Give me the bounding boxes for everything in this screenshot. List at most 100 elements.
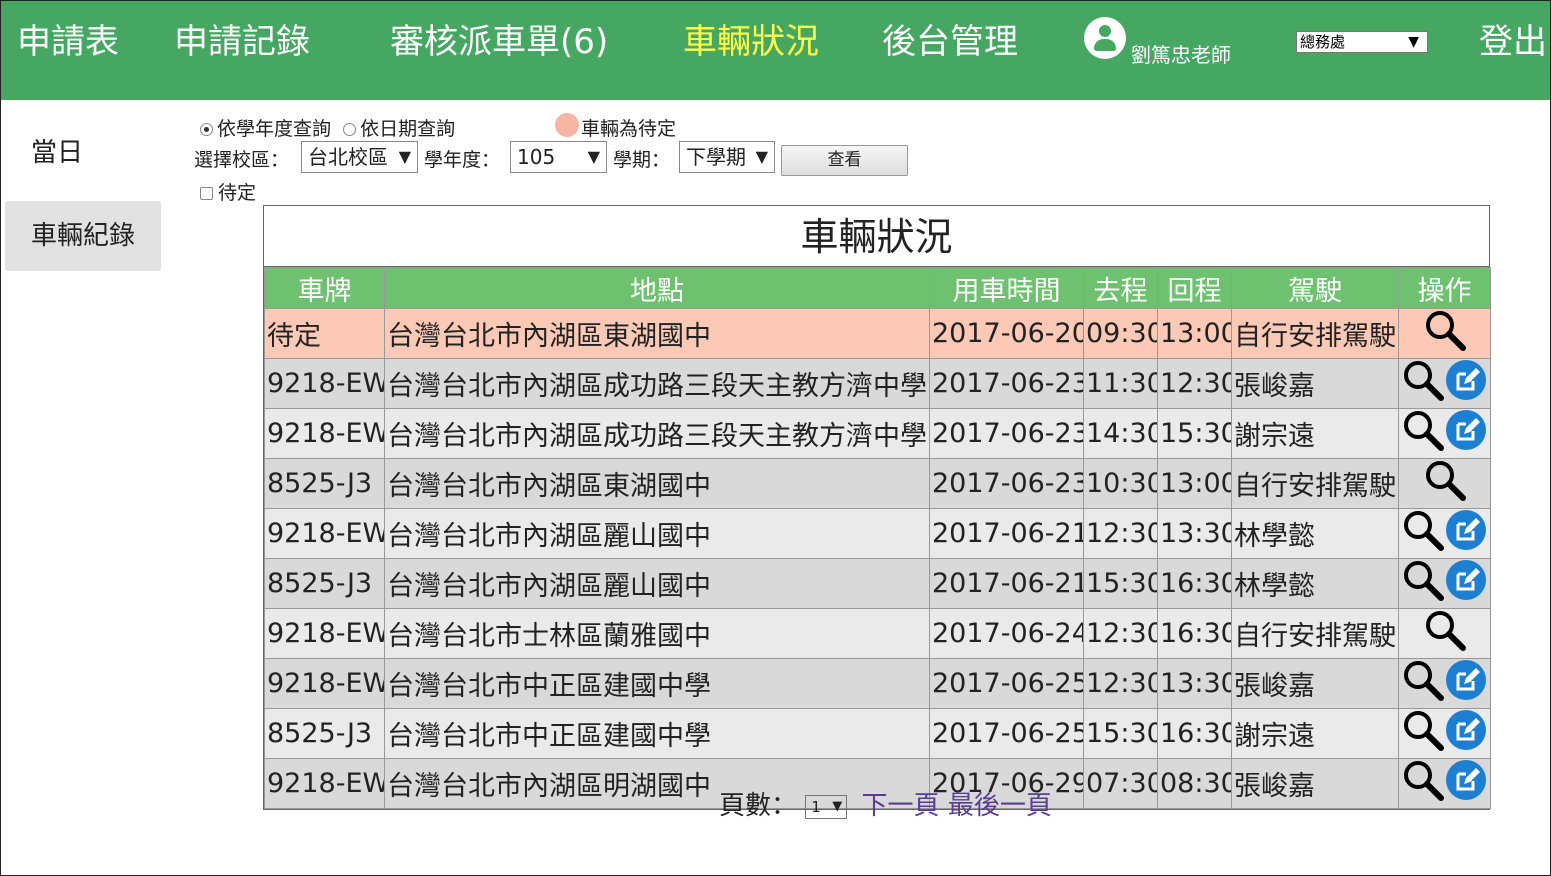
radio-by-date-label: 依日期查詢	[360, 118, 456, 140]
department-select[interactable]: 總務處 ▼	[1296, 31, 1428, 53]
magnifier-icon[interactable]	[1423, 310, 1467, 358]
nav-application-records[interactable]: 申請記錄	[174, 19, 310, 65]
magnifier-icon[interactable]	[1401, 660, 1445, 708]
cell-plate: 9218-EW	[264, 358, 385, 409]
dropdown-arrow-icon: ▼	[587, 147, 600, 166]
cell-actions	[1398, 358, 1491, 409]
col-header-date: 用車時間	[929, 267, 1084, 309]
page-select[interactable]: 1 ▼	[805, 794, 848, 819]
logout-link[interactable]: 登出	[1479, 19, 1547, 65]
edit-icon[interactable]	[1445, 560, 1487, 608]
edit-icon[interactable]	[1445, 410, 1487, 458]
cell-date: 2017-06-25	[929, 658, 1084, 709]
table-row: 待定 台灣台北市內湖區東湖國中 2017-06-20 09:30 13:00 自行安排駕駛	[264, 308, 1491, 359]
magnifier-icon[interactable]	[1423, 610, 1467, 658]
magnifier-icon[interactable]	[1423, 460, 1467, 508]
col-header-plate: 車牌	[264, 267, 385, 309]
cell-return: 16:30	[1157, 708, 1232, 759]
next-page-link[interactable]: 下一頁	[862, 791, 940, 821]
cell-actions	[1398, 308, 1491, 359]
table-row: 9218-EW 台灣台北市士林區蘭雅國中 2017-06-24 12:30 16:30 自…	[264, 608, 1491, 659]
cell-driver: 張峻嘉	[1231, 358, 1399, 409]
vehicle-status-table: 車輛狀況 車牌 地點 用車時間 去程 回程 駕駛 操作 待定 台灣台北市內湖區東湖…	[263, 205, 1491, 810]
last-page-link[interactable]: 最後一頁	[948, 791, 1052, 821]
cell-location: 台灣台北市內湖區麗山國中	[384, 508, 930, 559]
campus-select[interactable]: 台北校區 ▼	[301, 141, 418, 173]
cell-depart: 10:30	[1083, 458, 1158, 509]
nav-admin[interactable]: 後台管理	[882, 19, 1018, 65]
cell-driver: 林學懿	[1231, 508, 1399, 559]
cell-driver: 謝宗遠	[1231, 408, 1399, 459]
table-row: 8525-J3 台灣台北市中正區建國中學 2017-06-25 15:30 16:30 謝…	[264, 708, 1491, 759]
cell-plate: 9218-EW	[264, 608, 385, 659]
cell-return: 16:30	[1157, 608, 1232, 659]
year-select-value: 105	[517, 145, 556, 169]
department-select-value: 總務處	[1300, 33, 1346, 51]
nav-application-form[interactable]: 申請表	[17, 19, 119, 65]
magnifier-icon[interactable]	[1401, 710, 1445, 758]
cell-date: 2017-06-21	[929, 508, 1084, 559]
cell-depart: 14:30	[1083, 408, 1158, 459]
sidebar-item-today[interactable]: 當日	[5, 118, 161, 188]
cell-depart: 12:30	[1083, 608, 1158, 659]
sidebar-item-vehicle-records[interactable]: 車輛紀錄	[5, 201, 161, 271]
cell-date: 2017-06-23	[929, 408, 1084, 459]
cell-location: 台灣台北市中正區建國中學	[384, 658, 930, 709]
view-button[interactable]: 查看	[781, 145, 908, 176]
cell-driver: 張峻嘉	[1231, 658, 1399, 709]
cell-actions	[1398, 658, 1491, 709]
nav-review-dispatch[interactable]: 審核派車單(6)	[390, 19, 608, 65]
cell-location: 台灣台北市內湖區成功路三段天主教方濟中學	[384, 408, 930, 459]
cell-driver: 自行安排駕駛	[1231, 308, 1399, 359]
nav-vehicle-status[interactable]: 車輛狀況	[683, 19, 819, 65]
table-row: 9218-EW 台灣台北市內湖區麗山國中 2017-06-21 12:30 13:30 林…	[264, 508, 1491, 559]
magnifier-icon[interactable]	[1401, 410, 1445, 458]
table-row: 9218-EW 台灣台北市中正區建國中學 2017-06-25 12:30 13:30 張…	[264, 658, 1491, 709]
dropdown-arrow-icon: ▼	[1408, 34, 1419, 50]
top-navbar: 申請表 申請記錄 審核派車單(6) 車輛狀況 後台管理 劉篤忠老師 總務處 ▼ …	[1, 1, 1550, 100]
edit-icon[interactable]	[1445, 710, 1487, 758]
table-header-row: 車牌 地點 用車時間 去程 回程 駕駛 操作	[264, 267, 1491, 309]
radio-by-year[interactable]	[200, 123, 213, 136]
magnifier-icon[interactable]	[1401, 760, 1445, 808]
cell-actions	[1398, 758, 1491, 809]
cell-depart: 15:30	[1083, 708, 1158, 759]
col-header-return: 回程	[1157, 267, 1232, 309]
cell-driver: 自行安排駕駛	[1231, 608, 1399, 659]
radio-by-date[interactable]	[343, 123, 357, 136]
cell-return: 13:30	[1157, 508, 1232, 559]
cell-actions	[1398, 408, 1491, 459]
edit-icon[interactable]	[1445, 760, 1487, 808]
cell-plate: 8525-J3	[264, 558, 385, 609]
magnifier-icon[interactable]	[1401, 510, 1445, 558]
magnifier-icon[interactable]	[1401, 360, 1445, 408]
year-select[interactable]: 105 ▼	[510, 141, 607, 173]
cell-date: 2017-06-23	[929, 458, 1084, 509]
semester-select[interactable]: 下學期 ▼	[679, 141, 775, 173]
campus-label: 選擇校區：	[194, 149, 290, 171]
cell-return: 13:00	[1157, 308, 1232, 359]
cell-driver: 林學懿	[1231, 558, 1399, 609]
user-icon	[1084, 17, 1126, 59]
cell-plate: 9218-EW	[264, 508, 385, 559]
edit-icon[interactable]	[1445, 360, 1487, 408]
cell-depart: 07:30	[1083, 758, 1158, 809]
pending-checkbox-label: 待定	[218, 182, 257, 204]
cell-driver: 謝宗遠	[1231, 708, 1399, 759]
cell-location: 台灣台北市內湖區成功路三段天主教方濟中學	[384, 358, 930, 409]
edit-icon[interactable]	[1445, 510, 1487, 558]
cell-date: 2017-06-24	[929, 608, 1084, 659]
cell-return: 12:30	[1157, 358, 1232, 409]
edit-icon[interactable]	[1445, 660, 1487, 708]
cell-depart: 15:30	[1083, 558, 1158, 609]
col-header-depart: 去程	[1083, 267, 1158, 309]
cell-date: 2017-06-25	[929, 708, 1084, 759]
cell-driver: 自行安排駕駛	[1231, 458, 1399, 509]
col-header-driver: 駕駛	[1231, 267, 1399, 309]
cell-actions	[1398, 608, 1491, 659]
cell-depart: 12:30	[1083, 508, 1158, 559]
pending-checkbox[interactable]	[200, 187, 213, 200]
dropdown-arrow-icon: ▼	[398, 147, 411, 166]
dropdown-arrow-icon: ▼	[832, 798, 843, 814]
magnifier-icon[interactable]	[1401, 560, 1445, 608]
